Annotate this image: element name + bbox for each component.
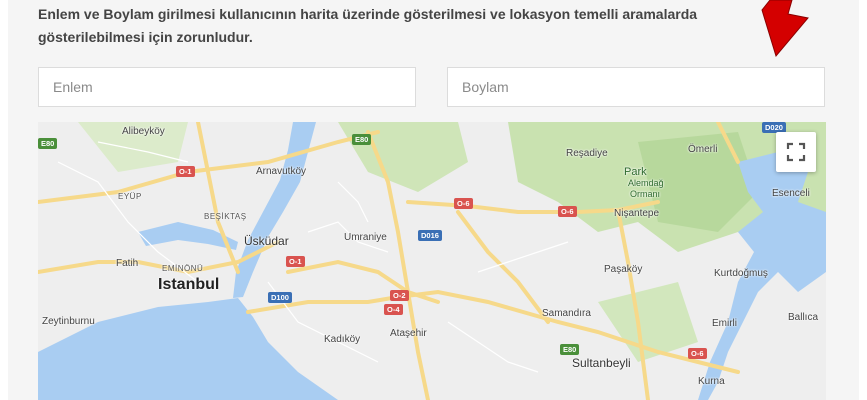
road-badge-d100: D100 <box>268 292 292 303</box>
map-label-park: Park <box>624 166 647 178</box>
road-badge-o6: O-6 <box>558 206 577 217</box>
map-label-kadikoy: Kadıköy <box>324 334 361 345</box>
map-label-alemdag: Alemdağ <box>628 178 664 188</box>
map-label-atasehir: Ataşehir <box>390 328 427 339</box>
map-label-ballica: Ballıca <box>788 312 819 323</box>
location-map[interactable]: Alibeyköy Arnavutköy EYÜP BEŞİKTAŞ Üsküd… <box>38 122 826 400</box>
road-badge-e80: E80 <box>560 344 580 355</box>
map-label-besiktas: BEŞİKTAŞ <box>204 212 247 221</box>
map-label-zeytinburnu: Zeytinburnu <box>42 316 95 327</box>
longitude-input[interactable] <box>447 67 825 107</box>
road-badge-d016: D016 <box>418 230 442 241</box>
map-label-esenceli: Esenceli <box>772 188 810 199</box>
road-badge-e80: E80 <box>38 138 58 149</box>
map-label-pasakoy: Paşaköy <box>604 264 643 275</box>
road-badge-o1: O-1 <box>286 256 305 267</box>
map-label-alibeykoy: Alibeyköy <box>122 126 165 137</box>
road-badge-o6: O-6 <box>454 198 473 209</box>
map-label-omerli: Ömerli <box>688 144 718 155</box>
location-description: Enlem ve Boylam girilmesi kullanıcının h… <box>38 6 698 45</box>
map-label-emirli: Emirli <box>712 318 737 329</box>
latitude-input[interactable] <box>38 67 416 107</box>
road-badge-o2: O-2 <box>390 290 409 301</box>
map-label-sultanbeyli: Sultanbeyli <box>572 356 631 370</box>
map-label-istanbul: Istanbul <box>158 276 220 293</box>
red-arrow-icon <box>761 0 809 58</box>
road-badge-e80: E80 <box>352 134 372 145</box>
road-badge-o1: O-1 <box>176 166 195 177</box>
map-label-kurtdogmus: Kurtdoğmuş <box>714 268 768 279</box>
map-label-uskudar: Üsküdar <box>244 234 289 248</box>
map-label-kurna: Kurna <box>698 376 725 387</box>
map-label-arnavutkoy: Arnavutköy <box>256 166 307 177</box>
fullscreen-button[interactable] <box>776 132 816 172</box>
map-canvas <box>38 122 826 400</box>
map-label-eyup: EYÜP <box>118 192 142 201</box>
map-label-umraniye: Umraniye <box>344 232 387 243</box>
map-label-eminonu: EMİNÖNÜ <box>162 264 204 273</box>
map-label-resadiye: Reşadiye <box>566 148 608 159</box>
map-label-fatih: Fatih <box>116 258 139 269</box>
road-badge-o6: O-6 <box>688 348 707 359</box>
fullscreen-icon <box>786 142 806 162</box>
map-label-samandira: Samandıra <box>542 308 591 319</box>
road-badge-o4: O-4 <box>384 304 403 315</box>
map-label-nisantepe: Nişantepe <box>614 208 660 219</box>
map-label-ormani: Ormanı <box>630 189 661 199</box>
